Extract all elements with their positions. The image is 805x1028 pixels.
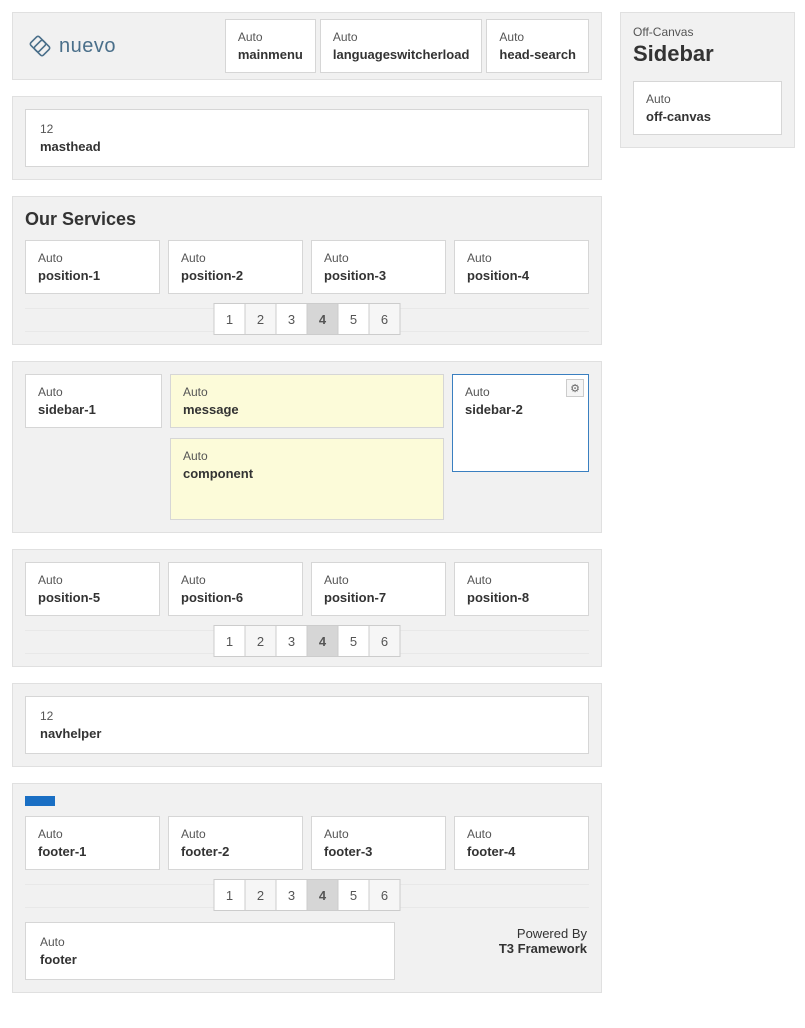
module-position-6[interactable]: Autoposition-6 [168, 562, 303, 616]
footer-accent-bar [25, 796, 55, 806]
pager-btn-3[interactable]: 3 [276, 625, 308, 657]
module-footer-2[interactable]: Autofooter-2 [168, 816, 303, 870]
header-modules: Auto mainmenu Auto languageswitcherload … [225, 19, 589, 73]
mainbody-panel: Auto sidebar-1 Auto message Auto compone… [12, 361, 602, 533]
pager-btn-1[interactable]: 1 [214, 303, 246, 335]
module-footer-1[interactable]: Autofooter-1 [25, 816, 160, 870]
pager-btn-5[interactable]: 5 [338, 303, 370, 335]
pager-btn-6[interactable]: 6 [369, 879, 401, 911]
credit-line-1: Powered By [499, 926, 587, 941]
module-position-8[interactable]: Autoposition-8 [454, 562, 589, 616]
pager-btn-2[interactable]: 2 [245, 625, 277, 657]
module-sidebar-1[interactable]: Auto sidebar-1 [25, 374, 162, 428]
logo-icon [27, 33, 53, 59]
services-pager: 1 2 3 4 5 6 [25, 308, 589, 332]
credit-line-2: T3 Framework [499, 941, 587, 956]
pager-btn-1[interactable]: 1 [214, 879, 246, 911]
pager-btn-2[interactable]: 2 [245, 879, 277, 911]
module-footer-3[interactable]: Autofooter-3 [311, 816, 446, 870]
module-head-search[interactable]: Auto head-search [486, 19, 589, 73]
footer-pager: 1 2 3 4 5 6 [25, 884, 589, 908]
pager-btn-5[interactable]: 5 [338, 879, 370, 911]
pager-btn-5[interactable]: 5 [338, 625, 370, 657]
footer-credit: Powered By T3 Framework [497, 922, 589, 960]
module-position-7[interactable]: Autoposition-7 [311, 562, 446, 616]
module-languageswitcher[interactable]: Auto languageswitcherload [320, 19, 483, 73]
module-off-canvas[interactable]: Auto off-canvas [633, 81, 782, 135]
pager-btn-6[interactable]: 6 [369, 625, 401, 657]
header-panel: nuevo Auto mainmenu Auto languageswitche… [12, 12, 602, 80]
spotlight2-panel: Autoposition-5 Autoposition-6 Autopositi… [12, 549, 602, 667]
module-message[interactable]: Auto message [170, 374, 444, 428]
pager-btn-2[interactable]: 2 [245, 303, 277, 335]
gear-icon[interactable]: ⚙ [566, 379, 584, 397]
module-position-2[interactable]: Autoposition-2 [168, 240, 303, 294]
pager-btn-4[interactable]: 4 [307, 303, 339, 335]
offcanvas-column: Off-Canvas Sidebar Auto off-canvas [620, 12, 795, 164]
main-column: nuevo Auto mainmenu Auto languageswitche… [12, 12, 602, 1009]
module-sidebar-2[interactable]: ⚙ Auto sidebar-2 [452, 374, 589, 472]
logo-text: nuevo [59, 35, 116, 58]
module-masthead[interactable]: 12 masthead [25, 109, 589, 167]
module-position-4[interactable]: Autoposition-4 [454, 240, 589, 294]
pager-btn-4[interactable]: 4 [307, 879, 339, 911]
offcanvas-panel: Off-Canvas Sidebar Auto off-canvas [620, 12, 795, 148]
services-positions-row: Autoposition-1 Autoposition-2 Autopositi… [25, 240, 589, 294]
offcanvas-title: Sidebar [633, 41, 782, 67]
module-mainmenu[interactable]: Auto mainmenu [225, 19, 316, 73]
module-navhelper[interactable]: 12 navhelper [25, 696, 589, 754]
services-panel: Our Services Autoposition-1 Autoposition… [12, 196, 602, 345]
pager-btn-4[interactable]: 4 [307, 625, 339, 657]
module-footer-4[interactable]: Autofooter-4 [454, 816, 589, 870]
module-position-1[interactable]: Autoposition-1 [25, 240, 160, 294]
offcanvas-subtitle: Off-Canvas [633, 25, 782, 39]
module-component[interactable]: Auto component [170, 438, 444, 520]
services-heading: Our Services [25, 209, 589, 230]
module-footer[interactable]: Auto footer [25, 922, 395, 980]
pager-btn-6[interactable]: 6 [369, 303, 401, 335]
pager-btn-3[interactable]: 3 [276, 879, 308, 911]
footer-panel: Autofooter-1 Autofooter-2 Autofooter-3 A… [12, 783, 602, 993]
pager-btn-3[interactable]: 3 [276, 303, 308, 335]
module-position-5[interactable]: Autoposition-5 [25, 562, 160, 616]
pager-btn-1[interactable]: 1 [214, 625, 246, 657]
spotlight2-pager: 1 2 3 4 5 6 [25, 630, 589, 654]
navhelper-panel: 12 navhelper [12, 683, 602, 767]
logo[interactable]: nuevo [25, 29, 217, 63]
masthead-panel: 12 masthead [12, 96, 602, 180]
module-position-3[interactable]: Autoposition-3 [311, 240, 446, 294]
